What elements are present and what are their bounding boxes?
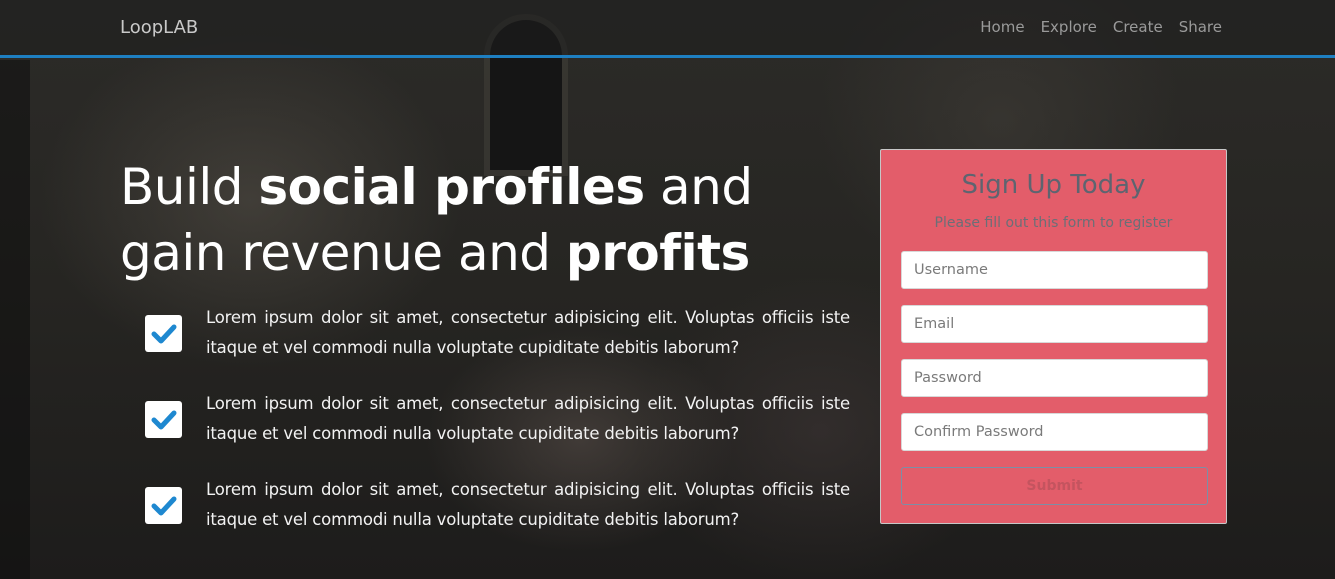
nav-links: Home Explore Create Share <box>980 18 1222 36</box>
feature-text: Lorem ipsum dolor sit amet, consectetur … <box>206 394 850 443</box>
submit-button[interactable]: Submit <box>901 467 1208 505</box>
check-icon <box>145 315 182 352</box>
check-icon <box>145 401 182 438</box>
hero-title: Build social profiles and gain revenue a… <box>120 154 840 286</box>
nav-link-explore[interactable]: Explore <box>1041 18 1097 36</box>
feature-text: Lorem ipsum dolor sit amet, consectetur … <box>206 480 850 529</box>
brand-logo[interactable]: LoopLAB <box>120 17 198 38</box>
background-photo-shadow <box>0 60 30 579</box>
username-field[interactable] <box>901 251 1208 289</box>
email-field[interactable] <box>901 305 1208 343</box>
signup-subtitle: Please fill out this form to register <box>934 215 1173 231</box>
hero-title-part: Build <box>120 158 259 216</box>
nav-link-create[interactable]: Create <box>1113 18 1163 36</box>
signup-title: Sign Up Today <box>961 170 1146 200</box>
feature-item: Lorem ipsum dolor sit amet, consectetur … <box>145 303 850 389</box>
nav-link-home[interactable]: Home <box>980 18 1024 36</box>
feature-item: Lorem ipsum dolor sit amet, consectetur … <box>145 475 850 561</box>
check-icon <box>145 487 182 524</box>
feature-list: Lorem ipsum dolor sit amet, consectetur … <box>145 303 850 561</box>
hero-title-emphasis: profits <box>565 224 750 282</box>
password-field[interactable] <box>901 359 1208 397</box>
nav-link-share[interactable]: Share <box>1179 18 1222 36</box>
feature-item: Lorem ipsum dolor sit amet, consectetur … <box>145 389 850 475</box>
confirm-password-field[interactable] <box>901 413 1208 451</box>
landing-page: LoopLAB Home Explore Create Share Build … <box>0 0 1335 579</box>
navbar: LoopLAB Home Explore Create Share <box>0 0 1335 58</box>
hero-title-emphasis: social profiles <box>258 158 645 216</box>
signup-card: Sign Up Today Please fill out this form … <box>880 149 1227 524</box>
feature-text: Lorem ipsum dolor sit amet, consectetur … <box>206 308 850 357</box>
